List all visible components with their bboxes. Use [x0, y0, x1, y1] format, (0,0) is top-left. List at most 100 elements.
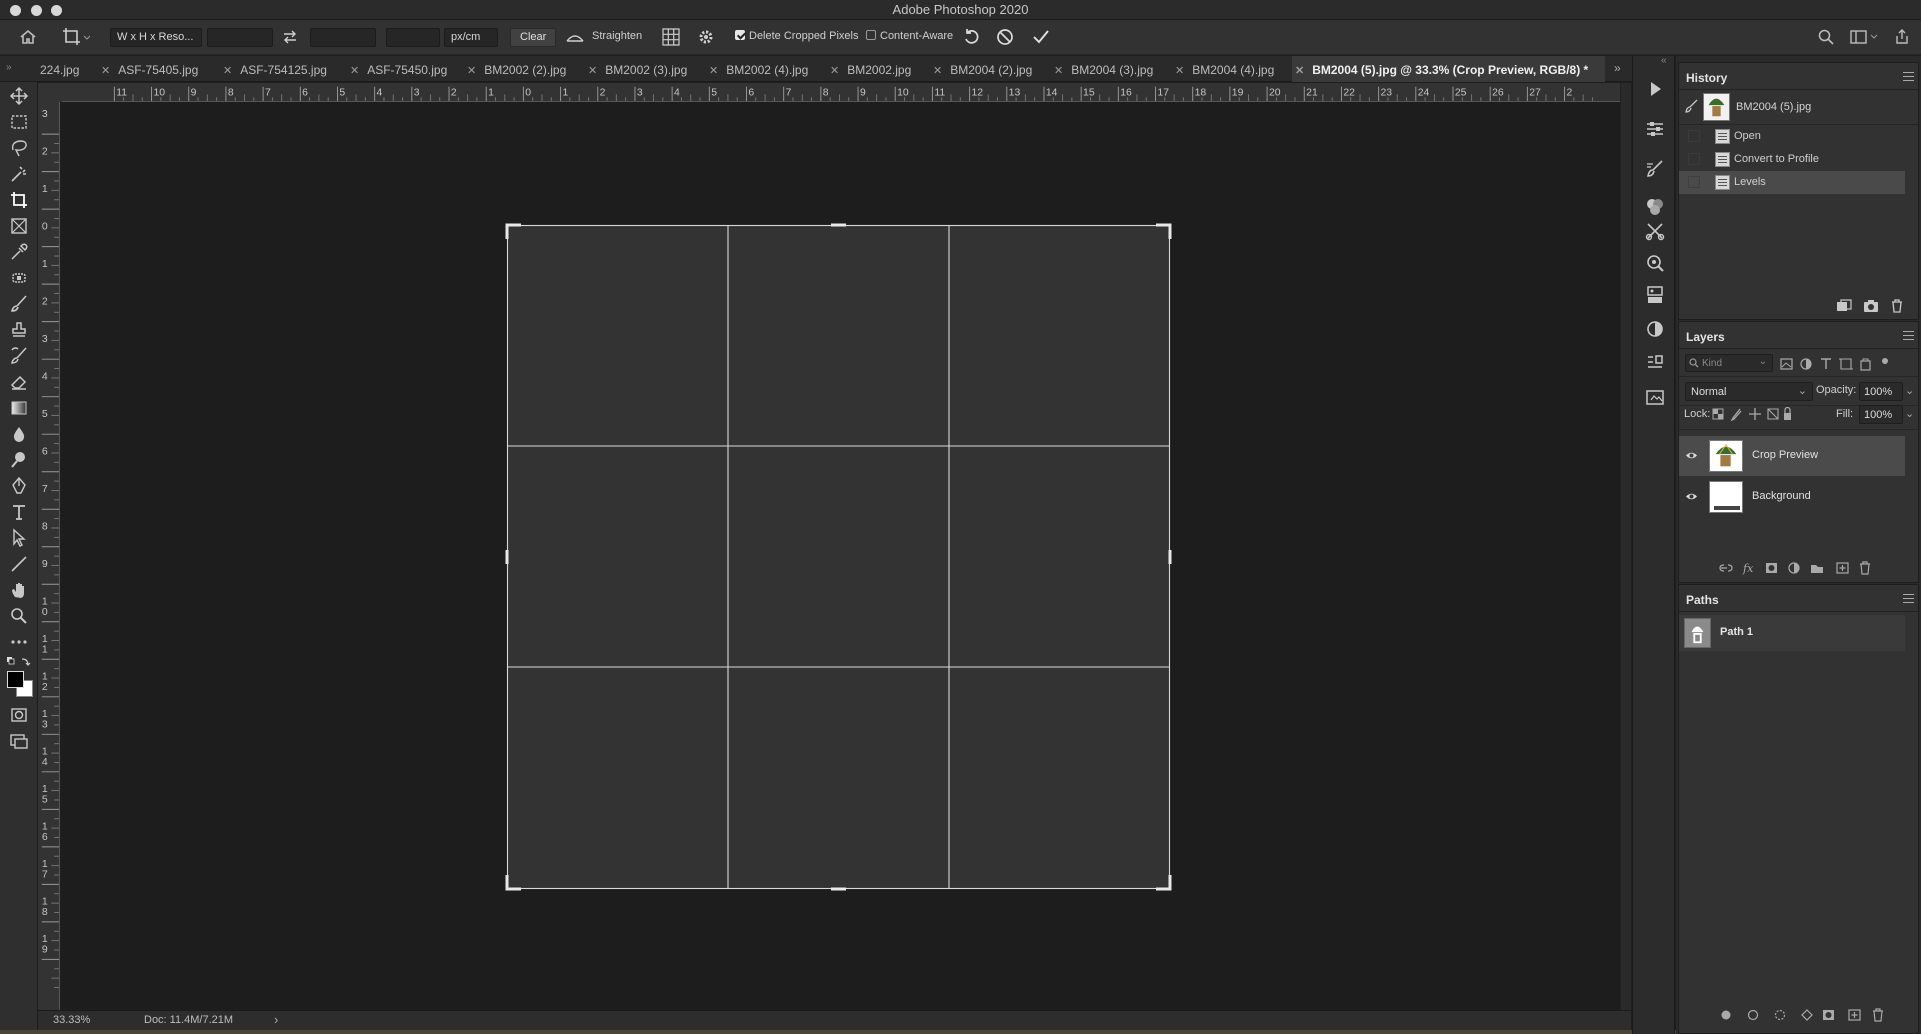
- crop-overlay-grid-icon[interactable]: [662, 28, 680, 46]
- share-icon[interactable]: [1894, 29, 1910, 45]
- history-brush-source-box[interactable]: [1688, 130, 1700, 142]
- search-icon[interactable]: [1818, 29, 1834, 45]
- layers-panel-menu-icon[interactable]: [1903, 331, 1914, 340]
- opacity-slider-chevron-icon[interactable]: ⌄: [1905, 384, 1914, 397]
- move-tool-icon[interactable]: [9, 86, 29, 106]
- path-row[interactable]: Path 1: [1679, 615, 1905, 651]
- close-tab-icon[interactable]: ✕: [1054, 65, 1063, 77]
- paths-footer-icons[interactable]: [1719, 1008, 1909, 1022]
- close-tab-icon[interactable]: ✕: [350, 65, 359, 77]
- document-tab[interactable]: ✕ BM2002 (2).jpg: [467, 56, 566, 82]
- screen-mode-icon[interactable]: [9, 731, 29, 751]
- close-tab-icon[interactable]: ✕: [223, 65, 232, 77]
- gradient-tool-icon[interactable]: [9, 398, 29, 418]
- channels-icon[interactable]: [1644, 196, 1666, 218]
- fill-slider-chevron-icon[interactable]: ⌄: [1905, 407, 1914, 420]
- type-tool-icon[interactable]: [9, 502, 29, 522]
- history-brush-tool-icon[interactable]: [9, 346, 29, 366]
- eyedropper-tool-icon[interactable]: [9, 242, 29, 262]
- properties-icon[interactable]: [1644, 284, 1666, 306]
- history-panel-menu-icon[interactable]: [1903, 72, 1914, 81]
- home-icon[interactable]: [19, 28, 37, 46]
- crop-preview-area[interactable]: [62, 103, 1620, 1009]
- clone-source-icon[interactable]: [1644, 220, 1666, 242]
- eraser-tool-icon[interactable]: [9, 372, 29, 392]
- swap-dimensions-icon[interactable]: [282, 30, 298, 44]
- pen-tool-icon[interactable]: [9, 476, 29, 496]
- brush-tool-icon[interactable]: [9, 294, 29, 314]
- vertical-ruler[interactable]: 321012345678910111213141516171819: [38, 102, 60, 1010]
- close-tab-icon[interactable]: ✕: [467, 65, 476, 77]
- clone-stamp-tool-icon[interactable]: [9, 320, 29, 340]
- reset-crop-icon[interactable]: [963, 28, 981, 46]
- history-brush-source-box[interactable]: [1688, 153, 1700, 165]
- close-tab-icon[interactable]: ✕: [709, 65, 718, 77]
- document-tab[interactable]: ✕ BM2004 (3).jpg: [1054, 56, 1153, 82]
- resolution-units-dropdown[interactable]: px/cm: [444, 28, 498, 47]
- layer-row-background[interactable]: Background: [1679, 477, 1905, 517]
- clear-button[interactable]: Clear: [510, 28, 557, 47]
- path-selection-tool-icon[interactable]: [9, 528, 29, 548]
- history-panel-title[interactable]: History: [1686, 71, 1727, 85]
- lock-options-icons[interactable]: [1712, 407, 1792, 421]
- collapse-left-icon[interactable]: »: [6, 62, 12, 73]
- layers-footer-icons[interactable]: fx: [1719, 561, 1909, 575]
- ruler-origin[interactable]: [38, 83, 62, 102]
- close-tab-icon[interactable]: ✕: [588, 65, 597, 77]
- layer-filter-icons[interactable]: [1779, 357, 1891, 371]
- lasso-tool-icon[interactable]: [9, 138, 29, 158]
- layer-row-crop-preview[interactable]: Crop Preview: [1679, 436, 1905, 476]
- close-tab-icon[interactable]: ✕: [1175, 65, 1184, 77]
- straighten-button[interactable]: Straighten: [592, 30, 642, 49]
- content-aware-checkbox[interactable]: Content-Aware: [866, 30, 953, 49]
- status-menu-chevron-icon[interactable]: ›: [274, 1012, 278, 1027]
- opacity-field[interactable]: 100%: [1859, 382, 1903, 401]
- history-step[interactable]: Convert to Profile: [1679, 148, 1905, 171]
- crop-tool-preset-picker[interactable]: [62, 27, 90, 47]
- paragraph-styles-icon[interactable]: [1644, 352, 1666, 374]
- new-snapshot-camera-icon[interactable]: [1863, 299, 1879, 313]
- quick-mask-icon[interactable]: [9, 705, 29, 725]
- brush-settings-icon[interactable]: [1644, 158, 1666, 180]
- commit-crop-icon[interactable]: [1032, 28, 1050, 46]
- history-step-selected[interactable]: Levels: [1679, 171, 1905, 194]
- fill-field[interactable]: 100%: [1859, 405, 1903, 424]
- spot-healing-brush-tool-icon[interactable]: [9, 268, 29, 288]
- line-tool-icon[interactable]: [9, 554, 29, 574]
- document-tab[interactable]: ✕ ASF-75450.jpg: [350, 56, 447, 82]
- delete-state-trash-icon[interactable]: [1889, 299, 1905, 313]
- hand-tool-icon[interactable]: [9, 580, 29, 600]
- actions-play-icon[interactable]: [1644, 78, 1666, 100]
- document-tab-active[interactable]: ✕ BM2004 (5).jpg @ 33.3% (Crop Preview, R…: [1292, 56, 1605, 82]
- crop-width-field[interactable]: [207, 28, 273, 47]
- document-tab[interactable]: 224.jpg: [40, 56, 79, 82]
- workspace-switcher-icon[interactable]: [1850, 29, 1878, 45]
- frame-tool-icon[interactable]: [9, 216, 29, 236]
- paths-panel-title[interactable]: Paths: [1686, 593, 1719, 607]
- horizontal-ruler[interactable]: 11 10 9 8 7 6 5 4 3 2 1 0 1 2 3 4 5 6 7 8 9 10 11 12 13 14 15 16 17 1…: [62, 83, 1620, 102]
- canvas-vertical-scrollbar[interactable]: [1620, 83, 1631, 1010]
- navigator-icon[interactable]: [1644, 252, 1666, 274]
- history-brush-source-box[interactable]: [1688, 176, 1700, 188]
- collapse-dock-icon[interactable]: «: [1661, 55, 1667, 66]
- close-tab-icon[interactable]: ✕: [830, 65, 839, 77]
- close-tab-icon[interactable]: ✕: [1295, 65, 1304, 77]
- document-tab[interactable]: ✕ BM2002.jpg: [830, 56, 911, 82]
- visibility-eye-icon[interactable]: [1685, 449, 1698, 462]
- crop-resolution-field[interactable]: [386, 28, 440, 47]
- history-step[interactable]: Open: [1679, 125, 1905, 148]
- default-colors-swap-icon[interactable]: [6, 656, 32, 668]
- document-tab[interactable]: ✕ BM2004 (4).jpg: [1175, 56, 1274, 82]
- document-tab[interactable]: ✕ BM2002 (4).jpg: [709, 56, 808, 82]
- layers-panel-title[interactable]: Layers: [1686, 330, 1725, 344]
- new-document-from-state-icon[interactable]: [1836, 299, 1852, 313]
- document-tab[interactable]: ✕ ASF-754125.jpg: [223, 56, 327, 82]
- libraries-icon[interactable]: [1644, 386, 1666, 408]
- history-snapshot[interactable]: BM2004 (5).jpg: [1679, 91, 1905, 123]
- color-adjustments-icon[interactable]: [1644, 318, 1666, 340]
- layer-filter-dropdown[interactable]: Kind ⌄: [1685, 354, 1773, 372]
- close-tab-icon[interactable]: ✕: [101, 65, 110, 77]
- dodge-tool-icon[interactable]: [9, 450, 29, 470]
- delete-cropped-pixels-checkbox[interactable]: Delete Cropped Pixels: [735, 30, 858, 49]
- adjustments-panel-icon[interactable]: [1644, 118, 1666, 140]
